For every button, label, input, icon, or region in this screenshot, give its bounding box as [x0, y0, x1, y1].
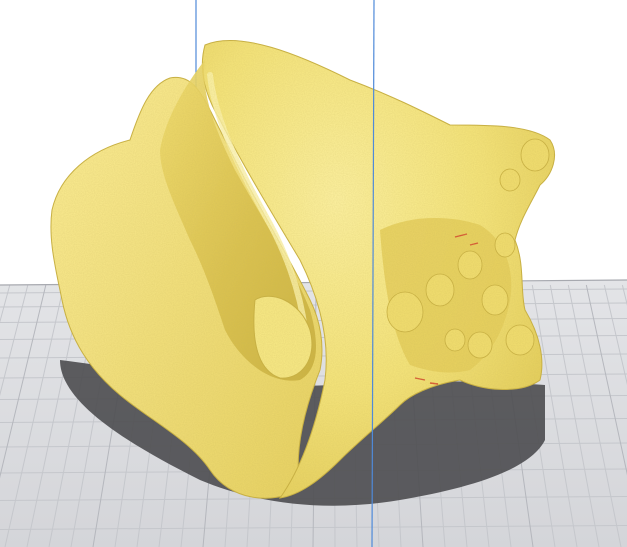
3d-viewport[interactable]	[0, 0, 627, 547]
viewport-canvas[interactable]	[0, 0, 627, 547]
